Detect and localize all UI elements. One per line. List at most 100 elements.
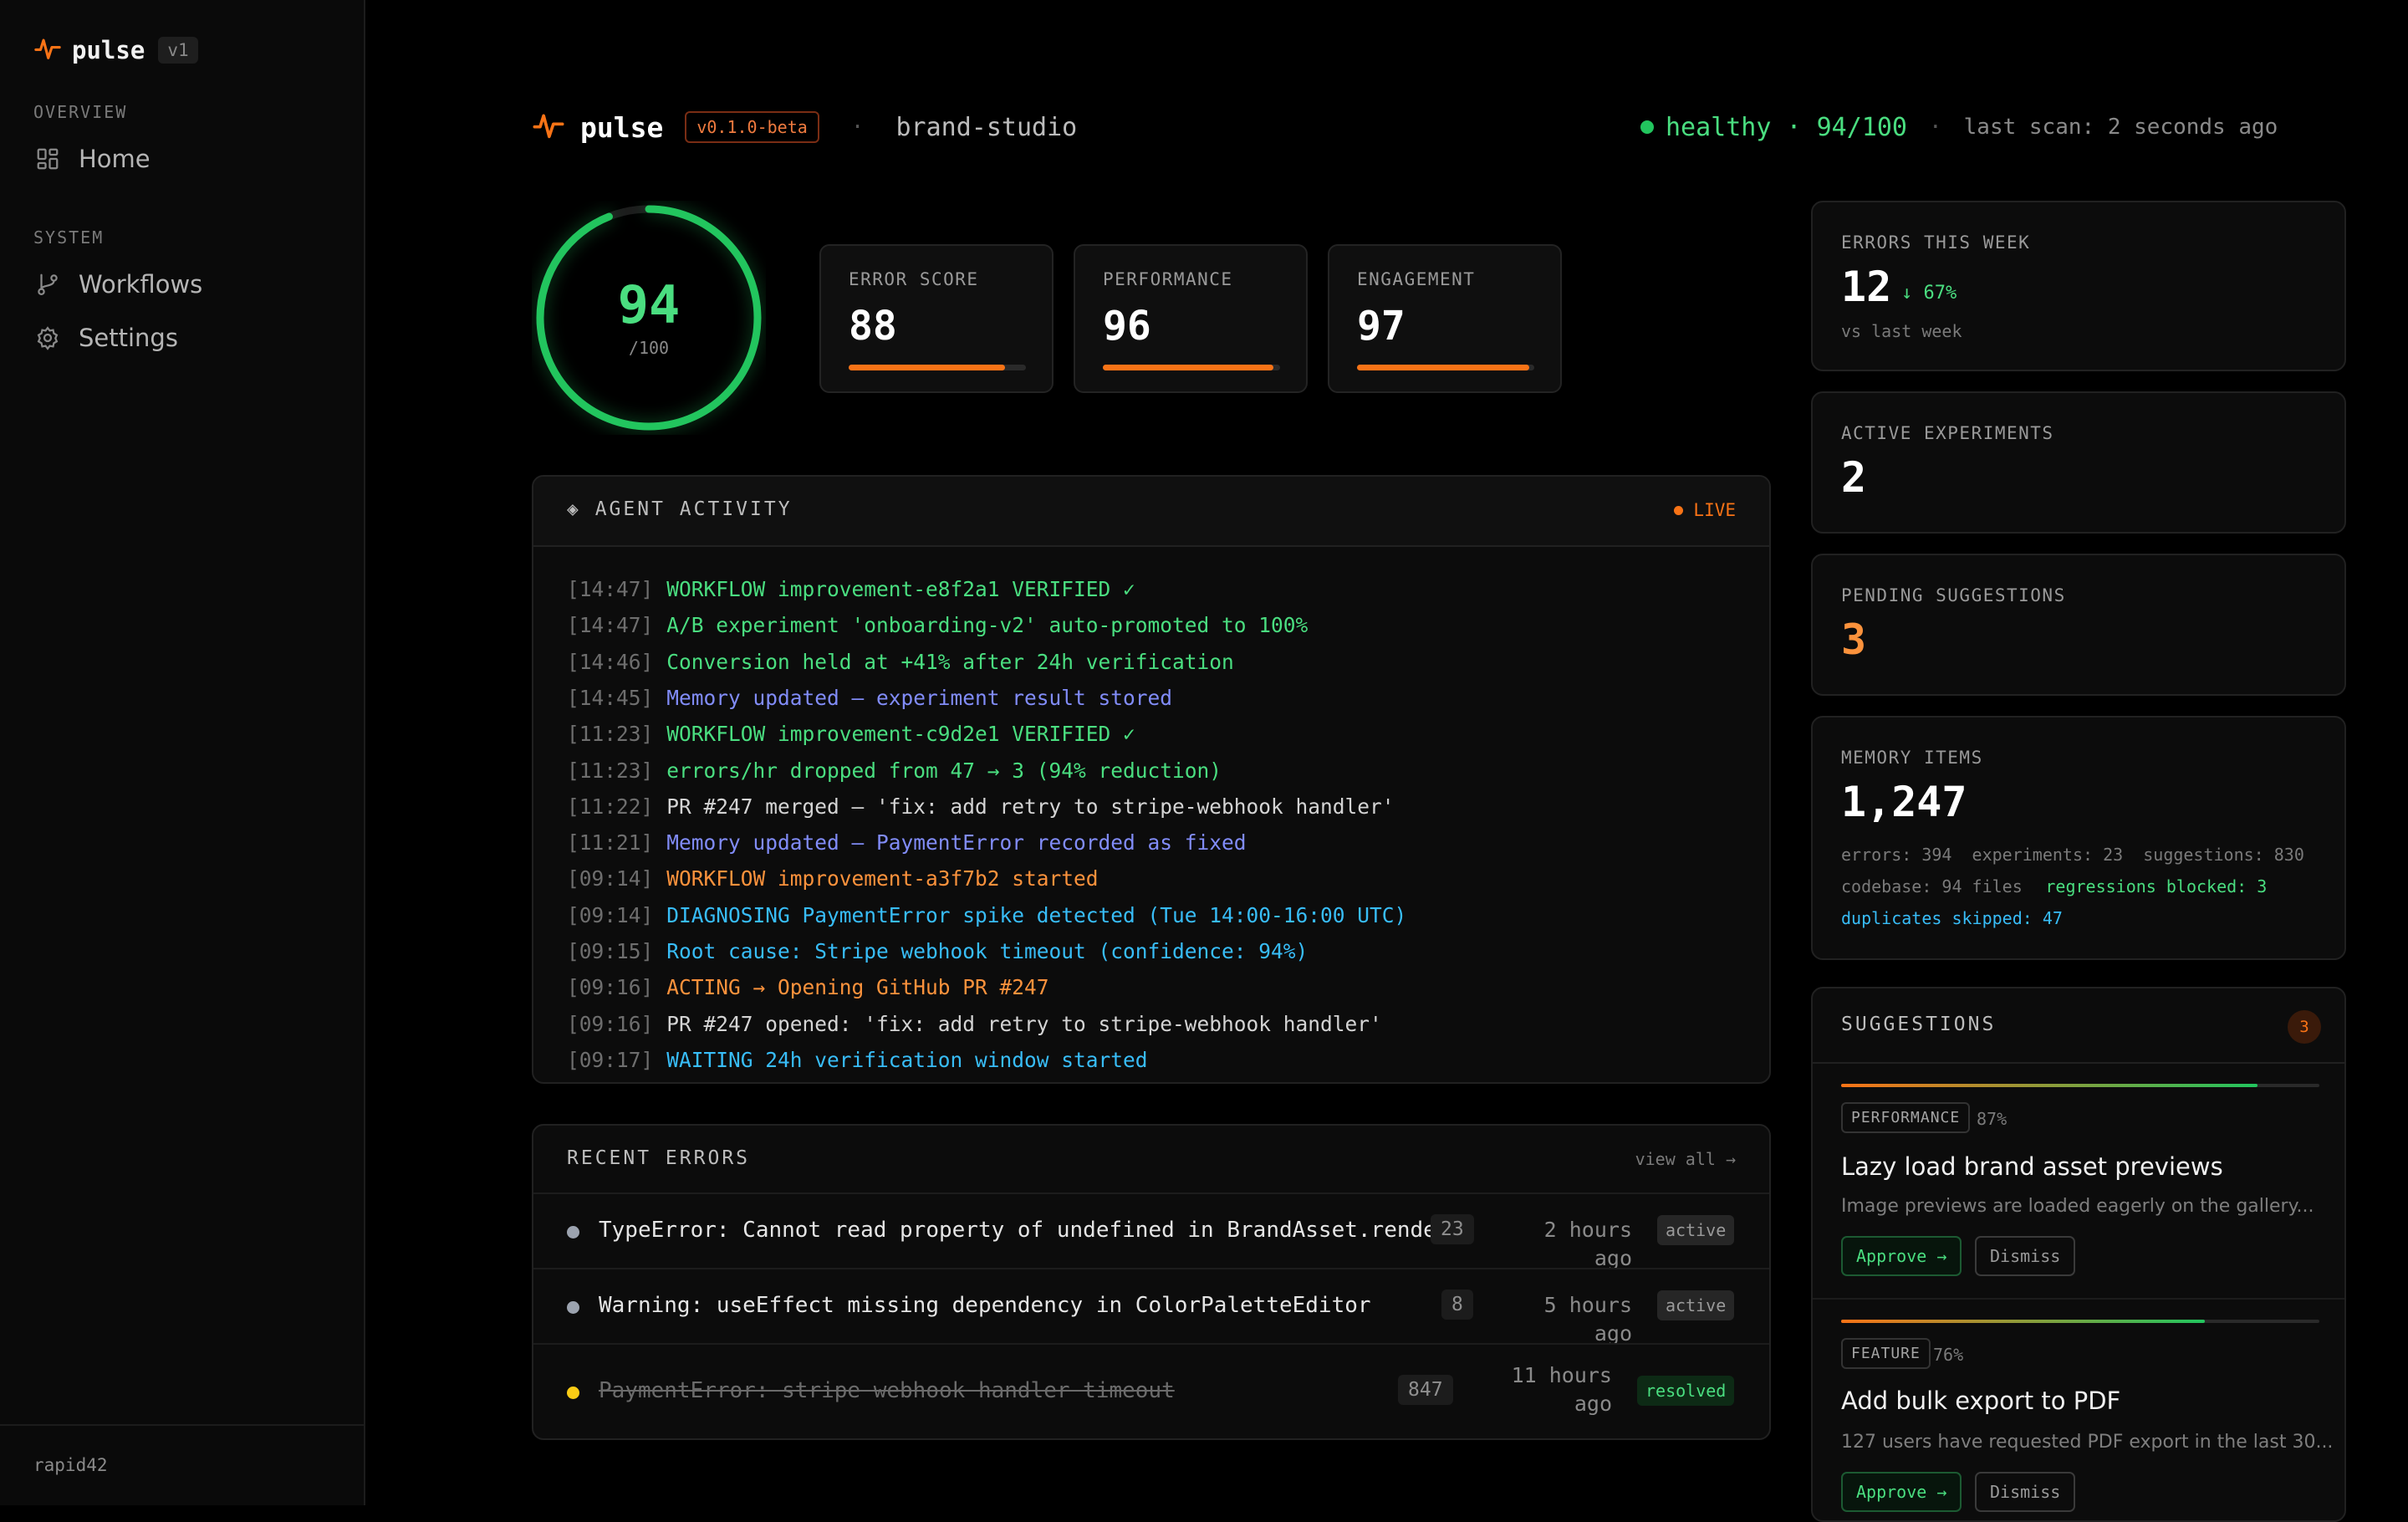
agent-activity-title: ◈ AGENT ACTIVITY (567, 498, 793, 520)
stat-subtext: vs last week (1841, 321, 1962, 341)
sidebar-divider (0, 1424, 364, 1426)
log-line: [14:47] WORKFLOW improvement-e8f2a1 VERIF… (567, 577, 1135, 601)
log-timestamp: [09:15] (567, 939, 654, 963)
log-line: [11:22] PR #247 merged — 'fix: add retry … (567, 794, 1395, 819)
suggestion-confidence: 87% (1977, 1109, 2008, 1129)
error-status-dot (567, 1387, 579, 1399)
memory-breakdown-line1: errors: 394 experiments: 23 suggestions:… (1841, 845, 2304, 865)
error-row[interactable]: PaymentError: stripe webhook handler tim… (533, 1343, 1769, 1438)
log-line: [09:15] Root cause: Stripe webhook timeou… (567, 939, 1308, 963)
error-count: 847 (1398, 1375, 1453, 1405)
log-timestamp: [11:22] (567, 794, 654, 819)
error-time: 2 hours ago (1543, 1218, 1632, 1270)
pulse-logo-icon (532, 109, 565, 146)
suggestion-title: Add bulk export to PDF (1841, 1387, 2121, 1415)
sidebar-item-workflows[interactable]: Workflows (33, 268, 202, 301)
live-dot (1674, 505, 1684, 515)
sidebar-user-name[interactable]: rapid42 (33, 1455, 108, 1475)
metric-value: 96 (1103, 303, 1151, 350)
dismiss-button[interactable]: Dismiss (1975, 1472, 2076, 1512)
git-branch-icon (33, 270, 62, 299)
metric-card-error-score: ERROR SCORE 88 (819, 244, 1054, 393)
stat-card-pending-suggestions: PENDING SUGGESTIONS 3 (1811, 554, 2346, 696)
log-line: [09:14] DIAGNOSING PaymentError spike det… (567, 903, 1406, 927)
log-timestamp: [09:14] (567, 902, 654, 927)
metric-value: 88 (849, 303, 897, 350)
suggestion-title: Lazy load brand asset previews (1841, 1152, 2223, 1181)
log-message: Root cause: Stripe webhook timeout (conf… (666, 939, 1309, 963)
error-status-dot (567, 1226, 579, 1239)
health-score-max: /100 (628, 338, 670, 358)
nav-section-overview: OVERVIEW (33, 102, 128, 122)
log-timestamp: [14:45] (567, 685, 654, 710)
sidebar-item-label: Settings (79, 324, 178, 352)
sidebar-item-home[interactable]: Home (33, 142, 150, 176)
metric-progress-fill (1103, 365, 1273, 370)
sidebar-brand-name: pulse (72, 36, 145, 64)
log-line: [09:17] WAITING 24h verification window s… (567, 1048, 1148, 1072)
log-message: Memory updated — experiment result store… (666, 685, 1173, 710)
stat-value: 3 (1841, 615, 1867, 664)
header-version-badge: v0.1.0-beta (685, 111, 819, 143)
stat-value: 2 (1841, 453, 1867, 502)
error-message: TypeError: Cannot read property of undef… (599, 1218, 1476, 1243)
suggestions-title: SUGGESTIONS (1841, 1014, 1997, 1035)
metric-progress-fill (849, 365, 1005, 370)
last-scan-text: last scan: 2 seconds ago (1963, 115, 2278, 140)
suggestion-confidence: 76% (1933, 1345, 1964, 1365)
suggestion-item: PERFORMANCE 87% Lazy load brand asset pr… (1813, 1062, 2344, 1300)
log-line: [09:16] PR #247 opened: 'fix: add retry t… (567, 1012, 1382, 1036)
log-message: ACTING → Opening GitHub PR #247 (666, 975, 1049, 1000)
suggestions-count-badge: 3 (2288, 1010, 2321, 1044)
log-message: WORKFLOW improvement-c9d2e1 VERIFIED ✓ (666, 722, 1135, 747)
log-message: WAITING 24h verification window started (666, 1047, 1148, 1072)
log-line: [14:47] A/B experiment 'onboarding-v2' au… (567, 613, 1308, 637)
recent-errors-panel: RECENT ERRORS view all → TypeError: Cann… (532, 1124, 1771, 1440)
view-all-link[interactable]: view all → (1635, 1149, 1736, 1169)
log-timestamp: [14:46] (567, 649, 654, 674)
error-count: 23 (1431, 1214, 1474, 1244)
header-brand: pulse v0.1.0-beta · brand-studio (532, 109, 1077, 146)
sidebar-item-label: Workflows (79, 270, 203, 299)
health-status-text: healthy · 94/100 (1666, 112, 1907, 142)
log-message: A/B experiment 'onboarding-v2' auto-prom… (666, 613, 1309, 638)
suggestion-confidence-track (1841, 1320, 2319, 1323)
suggestion-confidence-fill (1841, 1320, 2205, 1323)
log-line: [09:14] WORKFLOW improvement-a3f7b2 start… (567, 866, 1099, 891)
error-time: 11 hours ago (1511, 1363, 1612, 1416)
gear-icon (33, 324, 62, 352)
error-time: 5 hours ago (1543, 1293, 1632, 1346)
approve-button[interactable]: Approve → (1841, 1472, 1962, 1512)
health-status-dot (1640, 120, 1654, 134)
agent-activity-header: ◈ AGENT ACTIVITY LIVE (533, 477, 1769, 547)
stat-card-errors-week: ERRORS THIS WEEK 12 ↓ 67% vs last week (1811, 201, 2346, 371)
sidebar-item-settings[interactable]: Settings (33, 321, 178, 355)
log-message: DIAGNOSING PaymentError spike detected (… (666, 902, 1407, 927)
sidebar-item-label: Home (79, 145, 150, 173)
nav-section-system: SYSTEM (33, 227, 105, 248)
dismiss-button[interactable]: Dismiss (1975, 1236, 2076, 1276)
log-line: [11:21] Memory updated — PaymentError rec… (567, 830, 1247, 855)
live-label: LIVE (1693, 500, 1736, 520)
health-score-value: 94 (617, 274, 681, 335)
memory-duplicates-skipped: duplicates skipped: 47 (1841, 908, 2063, 928)
sidebar-brand[interactable]: pulse v1 (33, 33, 198, 67)
live-indicator: LIVE (1674, 500, 1736, 520)
error-status-dot (567, 1301, 579, 1314)
header-project-name[interactable]: brand-studio (895, 113, 1077, 142)
header-status: healthy · 94/100 · last scan: 2 seconds … (1640, 109, 2278, 146)
suggestion-description: 127 users have requested PDF export in t… (1841, 1432, 2334, 1453)
error-count: 8 (1441, 1290, 1473, 1320)
agent-activity-panel: ◈ AGENT ACTIVITY LIVE [14:47] WORKFLOW im… (532, 475, 1771, 1084)
error-row[interactable]: Warning: useEffect missing dependency in… (533, 1268, 1769, 1346)
log-timestamp: [09:14] (567, 866, 654, 891)
suggestion-tag: FEATURE (1841, 1338, 1931, 1369)
error-row[interactable]: TypeError: Cannot read property of undef… (533, 1193, 1769, 1270)
metric-label: ENGAGEMENT (1357, 269, 1476, 289)
stat-value: 1,247 (1841, 778, 1967, 826)
recent-errors-title: RECENT ERRORS (567, 1147, 751, 1169)
approve-button[interactable]: Approve → (1841, 1236, 1962, 1276)
log-timestamp: [11:23] (567, 758, 654, 783)
header-separator: · (850, 115, 865, 140)
grid-icon (33, 145, 62, 173)
